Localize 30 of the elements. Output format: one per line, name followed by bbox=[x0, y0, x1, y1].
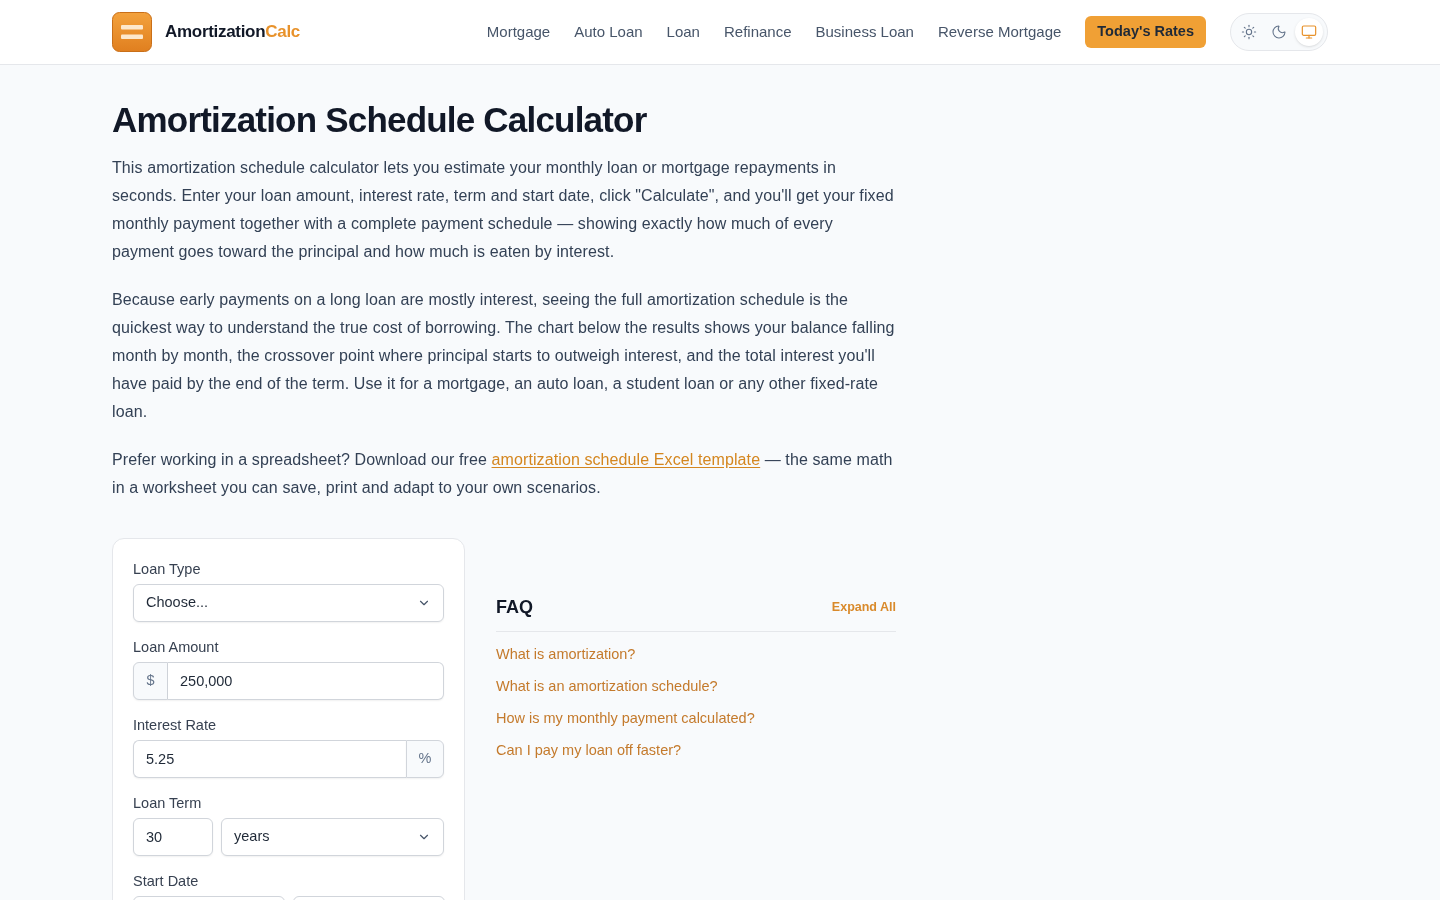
loan-type-select[interactable]: Choose... bbox=[133, 584, 444, 622]
logo-icon[interactable] bbox=[112, 12, 152, 52]
interest-rate-input[interactable]: 5.25 bbox=[133, 740, 406, 778]
field-label: Loan Type bbox=[133, 560, 202, 579]
moon-icon bbox=[1271, 24, 1287, 40]
field-label: Start Date bbox=[133, 872, 200, 891]
field-label: Interest Rate bbox=[133, 716, 217, 735]
loan-amount-input[interactable]: 250,000 bbox=[168, 662, 444, 700]
system-theme-button[interactable] bbox=[1295, 18, 1323, 46]
nav-link[interactable]: Reverse Mortgage bbox=[937, 20, 1062, 44]
intro-paragraph: Prefer working in a spreadsheet? Download our free amortization schedule Excel template — the same math in a worksheet you can save, print and adapt to your own scenarios. bbox=[112, 450, 894, 498]
nav-link[interactable]: Loan bbox=[666, 20, 700, 44]
field-label: Loan Term bbox=[133, 794, 203, 813]
intro-paragraph: Because early payments on a long loan are mostly interest, seeing the full amortization schedule is the quickest way to understand the true cost of borrowing. The chart below the results shows your balance falling month by month, the crossover point where principal starts to outweigh interest, and the total interest you'll have paid by the end of the term. Use it for a mortgage, an auto loan, a student loan or any other fixed-rate loan. bbox=[112, 290, 896, 422]
loan-term-input[interactable]: 30 bbox=[133, 818, 213, 856]
page-title: Amortization Schedule Calculator bbox=[112, 99, 648, 141]
intro-paragraph: This amortization schedule calculator lets you estimate your monthly loan or mortgage repayments in seconds. Enter your loan amount, interest rate, term and start date, click "Calculate", and you'll get your fixed monthly payment together with a complete payment schedule — showing exactly how much of every payment goes toward the principal and how much is eaten by interest. bbox=[112, 158, 895, 262]
field-label: Loan Amount bbox=[133, 638, 220, 657]
currency-prefix: $ bbox=[133, 662, 168, 700]
faq-heading: FAQ bbox=[496, 596, 533, 619]
nav-link[interactable]: Mortgage bbox=[486, 20, 551, 44]
todays-rates-button[interactable]: Today's Rates bbox=[1085, 16, 1206, 48]
monitor-icon bbox=[1301, 24, 1317, 40]
nav-link[interactable]: Business Loan bbox=[815, 20, 914, 44]
sun-icon bbox=[1241, 24, 1257, 40]
term-unit-select[interactable]: years bbox=[221, 818, 444, 856]
nav-link[interactable]: Auto Loan bbox=[574, 20, 643, 44]
brand-name[interactable]: AmortizationCalc bbox=[165, 19, 300, 45]
percent-suffix: % bbox=[406, 740, 444, 778]
nav-link[interactable]: Refinance bbox=[723, 20, 792, 44]
